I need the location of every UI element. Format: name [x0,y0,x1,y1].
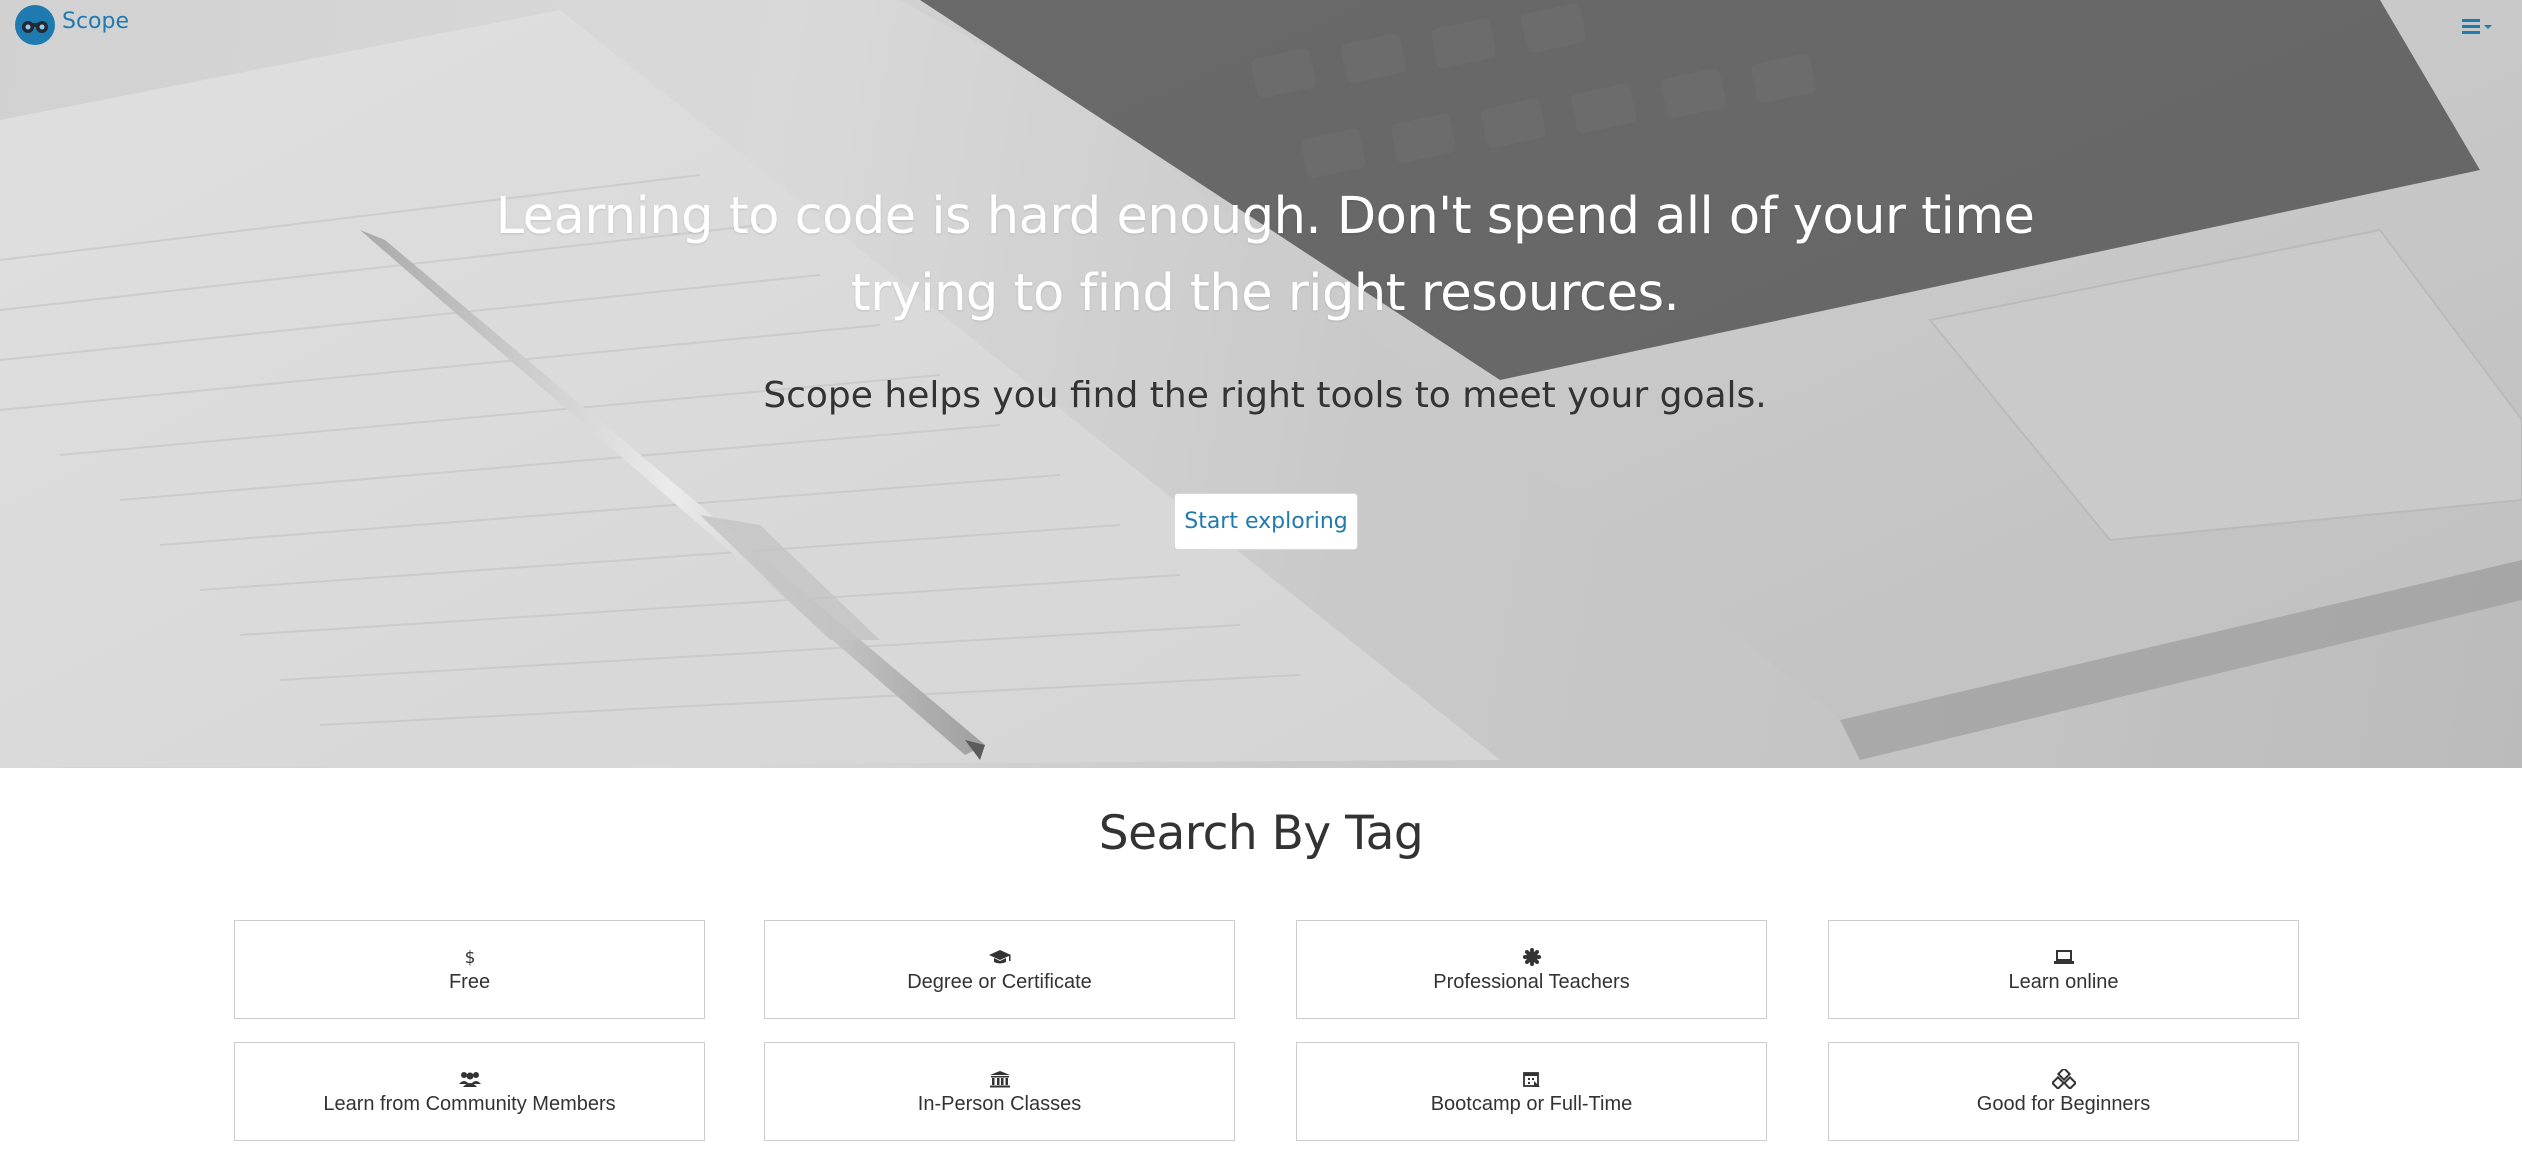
brand-name: Scope [62,9,130,34]
brand-link[interactable]: Scope [14,4,129,46]
hero-subline: Scope helps you find the right tools to … [763,375,1767,416]
menu-toggle-button[interactable] [2462,14,2506,38]
tag-label: Bootcamp or Full-Time [1430,1093,1633,1115]
graduation-cap-icon [988,945,1012,969]
tag-label: Professional Teachers [1433,971,1630,993]
tag-label: Good for Beginners [1976,1093,2151,1115]
hero-headline: Learning to code is hard enough. Don't s… [495,187,2035,323]
tag-button-learn-online[interactable]: Learn online [1828,920,2299,1019]
tag-label: Learn online [2008,971,2119,993]
hamburger-menu-icon [2462,19,2480,34]
users-icon [458,1067,482,1091]
cubes-icon [2051,1067,2076,1091]
tag-label: In-Person Classes [917,1093,1082,1115]
tag-label: Free [448,971,491,993]
tag-button-professional-teachers[interactable]: Professional Teachers [1296,920,1767,1019]
tag-button-degree-or-certificate[interactable]: Degree or Certificate [764,920,1235,1019]
tag-button-good-for-beginners[interactable]: Good for Beginners [1828,1042,2299,1141]
tag-button-free[interactable]: $ Free [234,920,705,1019]
laptop-icon [2053,945,2075,969]
binoculars-icon [15,5,55,45]
hero-banner: Learning to code is hard enough. Don't s… [0,0,2522,768]
tag-label: Degree or Certificate [907,971,1092,993]
dollar-icon: $ [463,945,477,969]
tag-button-learn-from-community-members[interactable]: Learn from Community Members [234,1042,705,1141]
certificate-icon [1522,945,1541,969]
tag-button-in-person-classes[interactable]: In-Person Classes [764,1042,1235,1141]
chevron-down-icon [2484,25,2492,29]
institution-icon [989,1067,1011,1091]
tag-label: Learn from Community Members [323,1093,616,1115]
tag-button-bootcamp-or-full-time[interactable]: Bootcamp or Full-Time [1296,1042,1767,1141]
svg-text:$: $ [464,948,475,967]
calendar-icon [1522,1067,1542,1091]
start-exploring-button[interactable]: Start exploring [1174,493,1358,550]
section-title-search-by-tag: Search By Tag [1098,806,1424,861]
